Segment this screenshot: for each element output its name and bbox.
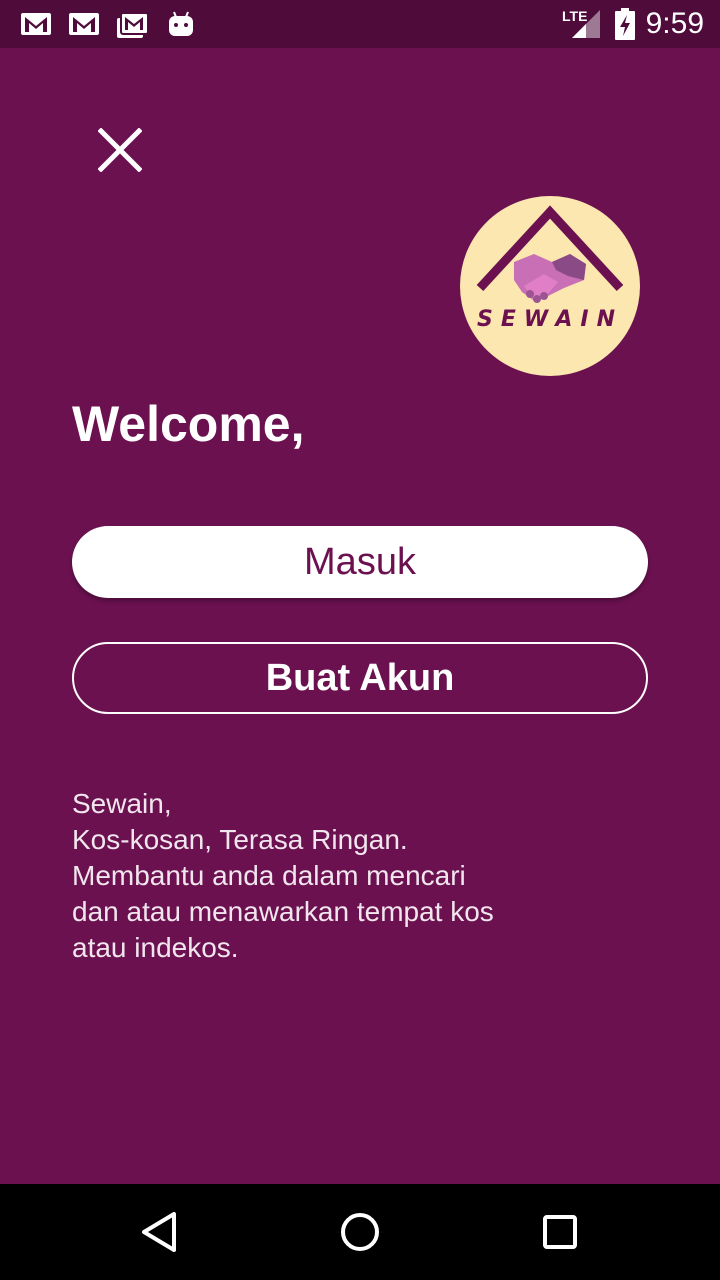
logo-text: SEWAIN — [477, 307, 623, 332]
create-account-button[interactable]: Buat Akun — [72, 642, 648, 714]
description-line: dan atau menawarkan tempat kos — [72, 896, 494, 927]
handshake-house-logo: SEWAIN — [460, 196, 640, 376]
description-line: atau indekos. — [72, 932, 239, 963]
home-button[interactable] — [336, 1208, 384, 1256]
gmail-icon — [69, 13, 99, 35]
close-icon — [98, 128, 142, 172]
login-button[interactable]: Masuk — [72, 526, 648, 598]
app-logo: SEWAIN — [460, 196, 640, 376]
description-line: Membantu anda dalam mencari — [72, 860, 466, 891]
status-bar: LTE 9:59 — [0, 0, 720, 48]
welcome-title: Welcome, — [72, 396, 305, 452]
create-account-button-label: Buat Akun — [265, 656, 455, 699]
login-button-label: Masuk — [304, 540, 416, 583]
app-description: Sewain, Kos-kosan, Terasa Ringan. Memban… — [72, 786, 592, 966]
recents-button[interactable] — [536, 1208, 584, 1256]
description-line: Sewain, — [72, 788, 172, 819]
battery-charging-icon — [615, 8, 635, 40]
gmail-icon — [21, 13, 51, 35]
recents-icon — [543, 1215, 577, 1249]
home-icon — [341, 1213, 379, 1251]
back-button[interactable] — [136, 1208, 184, 1256]
android-icon — [169, 11, 193, 36]
clock: 9:59 — [645, 7, 704, 40]
navigation-bar — [0, 1184, 720, 1280]
gmail-icon — [117, 12, 149, 38]
close-button[interactable] — [88, 118, 152, 182]
back-icon — [142, 1212, 176, 1252]
lte-signal-icon: LTE — [562, 8, 602, 40]
description-line: Kos-kosan, Terasa Ringan. — [72, 824, 408, 855]
